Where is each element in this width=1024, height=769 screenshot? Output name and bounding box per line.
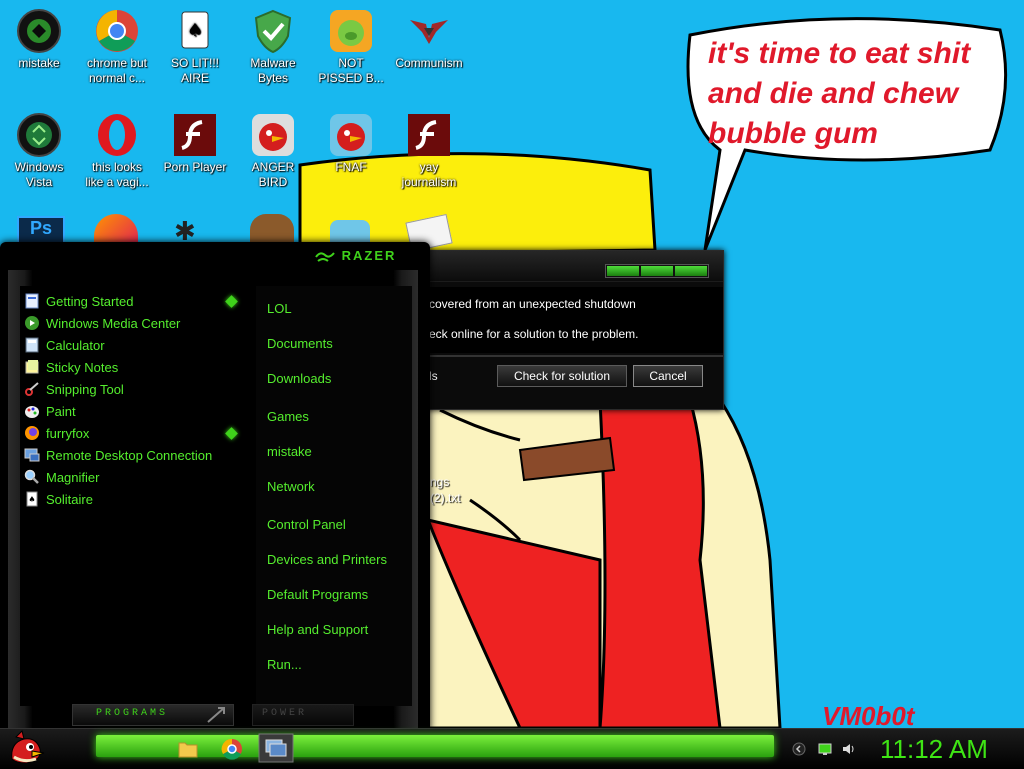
all-programs-arrow-icon bbox=[207, 707, 225, 723]
desktop-icon-mistake[interactable]: mistake bbox=[0, 8, 78, 71]
place-network[interactable]: Network bbox=[267, 479, 315, 494]
window-controls[interactable] bbox=[605, 264, 709, 278]
desktop-icon-opera[interactable]: this looks like a vagi... bbox=[78, 112, 156, 190]
angry-bird-icon[interactable] bbox=[250, 214, 294, 244]
desktop-icon-anger-bird[interactable]: ANGER BIRD bbox=[234, 112, 312, 190]
close-button[interactable] bbox=[675, 266, 707, 276]
dialog-body: covered from an unexpected shutdown eck … bbox=[411, 287, 723, 353]
calculator-icon bbox=[25, 337, 39, 353]
error-dialog: covered from an unexpected shutdown eck … bbox=[410, 250, 724, 410]
place-devices-printers[interactable]: Devices and Printers bbox=[267, 552, 387, 567]
chrome-icon bbox=[94, 8, 140, 54]
dialog-separator bbox=[411, 355, 723, 357]
desktop-icon-chrome[interactable]: chrome but normal c... bbox=[78, 8, 156, 86]
program-furryfox[interactable]: furryfox bbox=[24, 424, 89, 446]
bad-piggies-icon bbox=[328, 8, 374, 54]
cancel-button[interactable]: Cancel bbox=[633, 365, 703, 387]
paint-icon bbox=[25, 406, 39, 418]
explorer-icon[interactable] bbox=[176, 737, 200, 761]
place-documents[interactable]: Documents bbox=[267, 336, 333, 351]
program-snipping-tool[interactable]: Snipping Tool bbox=[24, 380, 124, 402]
place-games[interactable]: Games bbox=[267, 409, 309, 424]
taskbar bbox=[0, 728, 1024, 769]
desktop-icon-solitaire[interactable]: ♠ SO LIT!!! AIRE bbox=[156, 8, 234, 86]
razer-brand-label: RAZER bbox=[341, 248, 397, 263]
recycle-bin-icon bbox=[16, 112, 62, 158]
speech-bubble-text: it's time to eat shit and die and chew b… bbox=[708, 37, 971, 150]
chrome-icon[interactable] bbox=[220, 737, 244, 761]
opera-icon bbox=[94, 112, 140, 158]
program-calculator[interactable]: Calculator bbox=[24, 336, 105, 358]
dialog-message-line1: covered from an unexpected shutdown bbox=[429, 297, 636, 311]
razer-logo: RAZER bbox=[314, 246, 409, 266]
taskbar-clock[interactable]: 11:12 AM bbox=[880, 734, 988, 765]
program-sticky-notes[interactable]: Sticky Notes bbox=[24, 358, 118, 380]
flash-icon bbox=[406, 112, 452, 158]
getting-started-icon bbox=[25, 293, 39, 309]
snipping-tool-icon bbox=[25, 382, 39, 396]
desktop-icon-malware-bytes[interactable]: Malware Bytes bbox=[234, 8, 312, 86]
desktop-icon-not-pissed[interactable]: NOT PISSED B... bbox=[312, 8, 390, 86]
minimize-button[interactable] bbox=[607, 266, 639, 276]
all-programs-label: PROGRAMS bbox=[96, 708, 169, 719]
flash-icon bbox=[172, 112, 218, 158]
window-switcher-icon[interactable] bbox=[258, 733, 294, 763]
program-windows-media-center[interactable]: Windows Media Center bbox=[24, 314, 180, 336]
volume-icon[interactable] bbox=[842, 742, 856, 756]
place-run[interactable]: Run... bbox=[267, 657, 302, 672]
dialog-titlebar[interactable] bbox=[411, 251, 723, 282]
desktop-icon-windows-vista[interactable]: Windows Vista bbox=[0, 112, 78, 190]
place-downloads[interactable]: Downloads bbox=[267, 371, 331, 386]
program-paint[interactable]: Paint bbox=[24, 402, 76, 424]
partial-file-label: (2).txt bbox=[430, 491, 461, 505]
magnifier-icon bbox=[24, 469, 39, 484]
power-label: POWER bbox=[262, 708, 308, 719]
angry-bird-icon bbox=[250, 112, 296, 158]
start-button[interactable] bbox=[6, 729, 46, 767]
remote-desktop-icon bbox=[24, 448, 40, 462]
sticky-notes-icon bbox=[25, 360, 39, 374]
program-remote-desktop[interactable]: Remote Desktop Connection bbox=[24, 446, 212, 468]
desktop-icon-fnaf[interactable]: FNAF bbox=[312, 112, 390, 175]
details-link[interactable]: ls bbox=[429, 369, 438, 383]
dialog-message-line2: eck online for a solution to the problem… bbox=[429, 327, 639, 341]
network-icon[interactable] bbox=[818, 742, 832, 756]
razer-snake-icon bbox=[315, 251, 335, 262]
spider-solitaire-icon[interactable]: ✱ bbox=[174, 216, 210, 246]
maximize-button[interactable] bbox=[641, 266, 673, 276]
razer-orb-icon bbox=[16, 8, 62, 54]
angry-bird-icon bbox=[328, 112, 374, 158]
start-menu: RAZER Getting Started Windows Media Cent… bbox=[0, 242, 430, 732]
desktop-icon-porn-player[interactable]: Porn Player bbox=[156, 112, 234, 175]
media-center-icon bbox=[25, 316, 39, 330]
program-magnifier[interactable]: Magnifier bbox=[24, 468, 99, 490]
place-default-programs[interactable]: Default Programs bbox=[267, 587, 368, 602]
solitaire-icon: ♠ bbox=[172, 8, 218, 54]
program-getting-started[interactable]: Getting Started bbox=[24, 292, 133, 314]
solitaire-icon: ♠ bbox=[26, 491, 38, 507]
place-mistake[interactable]: mistake bbox=[267, 444, 312, 459]
desktop-icon-communism[interactable]: Communism bbox=[390, 8, 468, 71]
chevron-icon[interactable] bbox=[792, 742, 806, 756]
shield-icon bbox=[250, 8, 296, 54]
check-for-solution-button[interactable]: Check for solution bbox=[497, 365, 627, 387]
emblem-icon bbox=[406, 8, 452, 54]
partial-file-label: ngs bbox=[430, 475, 450, 489]
svg-text:♠: ♠ bbox=[187, 20, 203, 41]
program-solitaire[interactable]: ♠ Solitaire bbox=[24, 490, 93, 512]
place-lol[interactable]: LOL bbox=[267, 301, 292, 316]
svg-text:♠: ♠ bbox=[28, 495, 35, 504]
desktop-icon-yay-journalism[interactable]: yay journalism bbox=[390, 112, 468, 190]
place-help-support[interactable]: Help and Support bbox=[267, 622, 368, 637]
place-control-panel[interactable]: Control Panel bbox=[267, 517, 346, 532]
firefox-icon bbox=[25, 426, 39, 440]
